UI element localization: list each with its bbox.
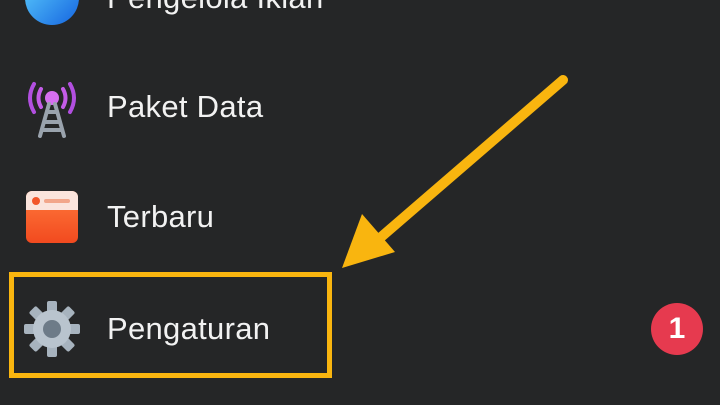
menu-item-label: Terbaru [107, 199, 215, 234]
recent-feed-icon [22, 187, 82, 247]
highlight-box [9, 272, 332, 378]
menu-item-pengelola-iklan[interactable]: Pengelola Iklan [0, 0, 640, 43]
ads-manager-icon [22, 0, 82, 28]
app-menu-screen: Pengelola Iklan Paket Data [0, 0, 720, 405]
menu-item-terbaru[interactable]: Terbaru [0, 172, 640, 262]
menu-item-label: Paket Data [107, 89, 264, 124]
step-number-badge: 1 [651, 303, 703, 355]
menu-item-label: Pengelola Iklan [107, 0, 324, 16]
menu-item-paket-data[interactable]: Paket Data [0, 62, 640, 152]
cell-tower-icon [22, 77, 82, 138]
